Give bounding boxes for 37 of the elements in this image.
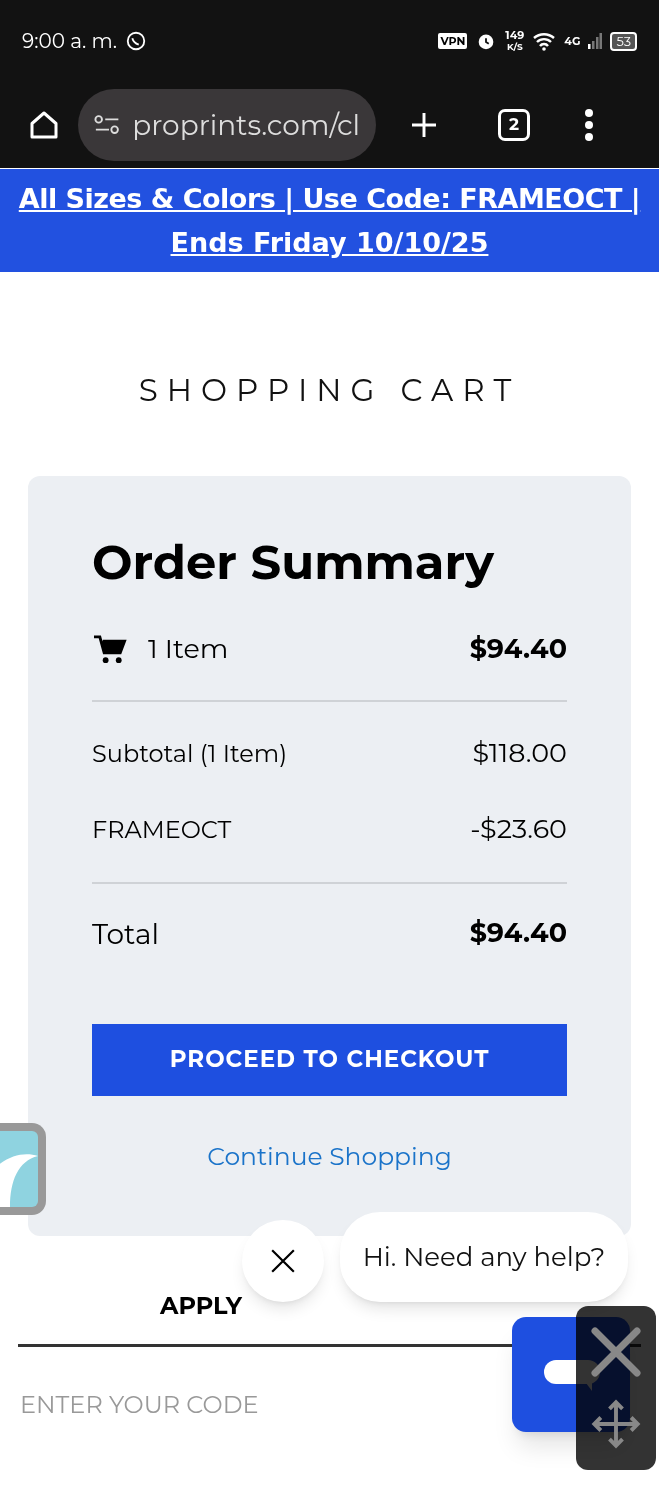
summary-label: FRAMEOCT — [92, 813, 232, 846]
item-total: $94.40 — [469, 631, 567, 668]
summary-value: -$23.60 — [470, 811, 567, 848]
site-settings-icon[interactable] — [94, 113, 121, 137]
wifi-icon — [532, 31, 557, 51]
page-title: SHOPPING CART — [138, 370, 521, 411]
promo-banner[interactable]: All Sizes & Colors | Use Code: FRAMEOCT | Ends Friday 10/10/25 — [0, 169, 659, 272]
close-icon — [270, 1248, 296, 1274]
speed-unit: K/S — [506, 41, 523, 52]
vpn-indicator: VPN — [438, 32, 468, 50]
total-value: $94.40 — [469, 915, 567, 952]
signal-icon — [588, 33, 603, 49]
total-label: Total — [92, 915, 159, 953]
chat-message: Hi. Need any help? — [362, 1239, 606, 1275]
order-summary-title: Order Summary — [92, 531, 495, 592]
continue-shopping-link[interactable]: Continue Shopping — [207, 1137, 452, 1175]
item-count: 1 Item — [148, 631, 229, 668]
summary-label: Subtotal (1 Item) — [92, 737, 288, 770]
status-time: 9:00 a. m. — [22, 28, 117, 55]
discount-heading: APPLY — [160, 1290, 243, 1320]
speed-value: 149 — [505, 30, 525, 41]
cart-icon — [92, 633, 128, 666]
chat-app-icon — [124, 30, 147, 52]
promo-text[interactable]: Ends Friday 10/10/25 — [170, 220, 489, 265]
checkout-button[interactable]: PROCEED TO CHECKOUT — [92, 1023, 567, 1096]
menu-icon[interactable] — [584, 108, 594, 142]
tab-count-button[interactable]: 2 — [498, 109, 530, 141]
url-text: proprints.com/cl — [132, 107, 360, 144]
discount-code-field[interactable]: ENTER YOUR CODE — [20, 1386, 500, 1423]
promo-text[interactable]: All Sizes & Colors | Use Code: FRAMEOCT | — [18, 176, 641, 221]
network-type: 4G — [564, 32, 581, 50]
url-bar[interactable]: proprints.com/cl — [78, 89, 376, 161]
summary-value: $118.00 — [472, 735, 567, 772]
chat-bubble[interactable]: Hi. Need any help? — [340, 1212, 628, 1302]
app-logo-icon — [0, 1131, 38, 1207]
close-icon[interactable] — [588, 1324, 644, 1380]
battery-indicator: 53 — [610, 31, 637, 51]
